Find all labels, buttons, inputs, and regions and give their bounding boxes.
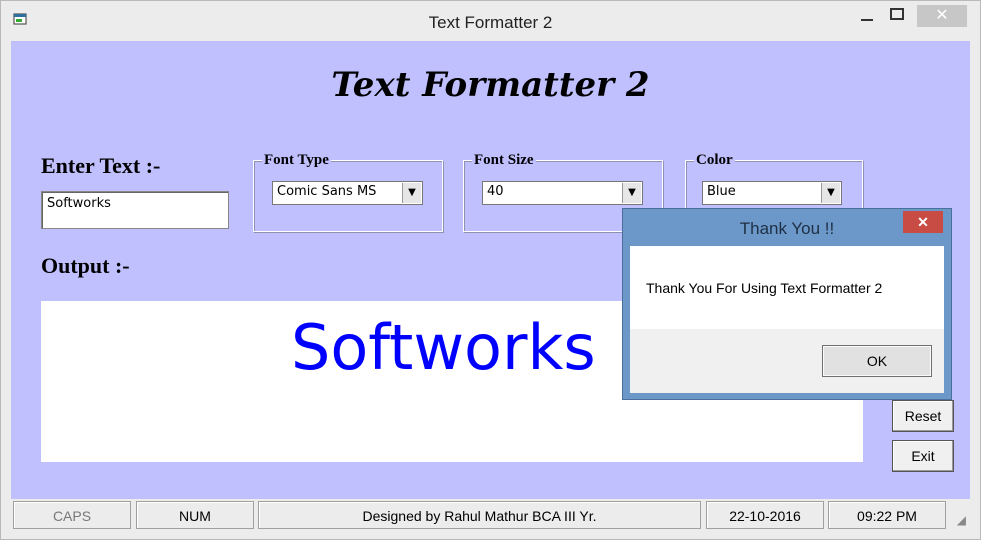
minimize-button[interactable]	[857, 5, 877, 27]
close-icon: ✕	[935, 7, 949, 24]
status-time: 09:22 PM	[828, 501, 946, 529]
chevron-down-icon[interactable]: ▼	[821, 183, 840, 203]
maximize-icon	[890, 8, 904, 20]
color-title: Color	[694, 152, 735, 169]
caps-indicator: CAPS	[13, 501, 131, 529]
font-size-value: 40	[487, 184, 504, 199]
color-select[interactable]: Blue ▼	[702, 181, 842, 205]
font-size-title: Font Size	[472, 152, 536, 169]
exit-button[interactable]: Exit	[892, 440, 954, 472]
designer-credit: Designed by Rahul Mathur BCA III Yr.	[258, 501, 701, 529]
color-value: Blue	[707, 184, 736, 199]
thank-you-dialog: Thank You !! ✕ Thank You For Using Text …	[622, 208, 952, 400]
font-size-select[interactable]: 40 ▼	[482, 181, 643, 205]
font-type-group: Font Type Comic Sans MS ▼	[253, 152, 443, 232]
enter-text-label: Enter Text :-	[41, 153, 161, 178]
status-date: 22-10-2016	[706, 501, 824, 529]
close-icon: ✕	[917, 214, 929, 230]
form-heading: Text Formatter 2	[331, 65, 650, 105]
font-type-value: Comic Sans MS	[277, 184, 377, 199]
close-button[interactable]: ✕	[917, 5, 967, 27]
num-indicator: NUM	[136, 501, 254, 529]
maximize-button[interactable]	[886, 5, 908, 27]
window-title: Text Formatter 2	[428, 13, 553, 32]
chevron-down-icon[interactable]: ▼	[402, 183, 421, 203]
reset-button[interactable]: Reset	[892, 400, 954, 432]
output-text: Softworks	[291, 311, 596, 384]
ok-button[interactable]: OK	[822, 345, 932, 377]
minimize-icon	[861, 19, 873, 21]
font-type-select[interactable]: Comic Sans MS ▼	[272, 181, 423, 205]
text-input[interactable]: Softworks	[41, 191, 229, 229]
title-bar[interactable]: Text Formatter 2 ✕	[1, 1, 980, 41]
dialog-message: Thank You For Using Text Formatter 2	[646, 280, 883, 296]
font-type-title: Font Type	[262, 152, 331, 169]
dialog-body: Thank You For Using Text Formatter 2	[630, 246, 944, 329]
status-bar: CAPS NUM Designed by Rahul Mathur BCA II…	[11, 499, 970, 533]
dialog-close-button[interactable]: ✕	[903, 211, 943, 233]
dialog-title: Thank You !!	[739, 219, 835, 238]
chevron-down-icon[interactable]: ▼	[622, 183, 641, 203]
dialog-footer: OK	[630, 329, 944, 393]
output-label: Output :-	[41, 253, 130, 278]
resize-grip-icon[interactable]: ◢	[957, 513, 966, 527]
